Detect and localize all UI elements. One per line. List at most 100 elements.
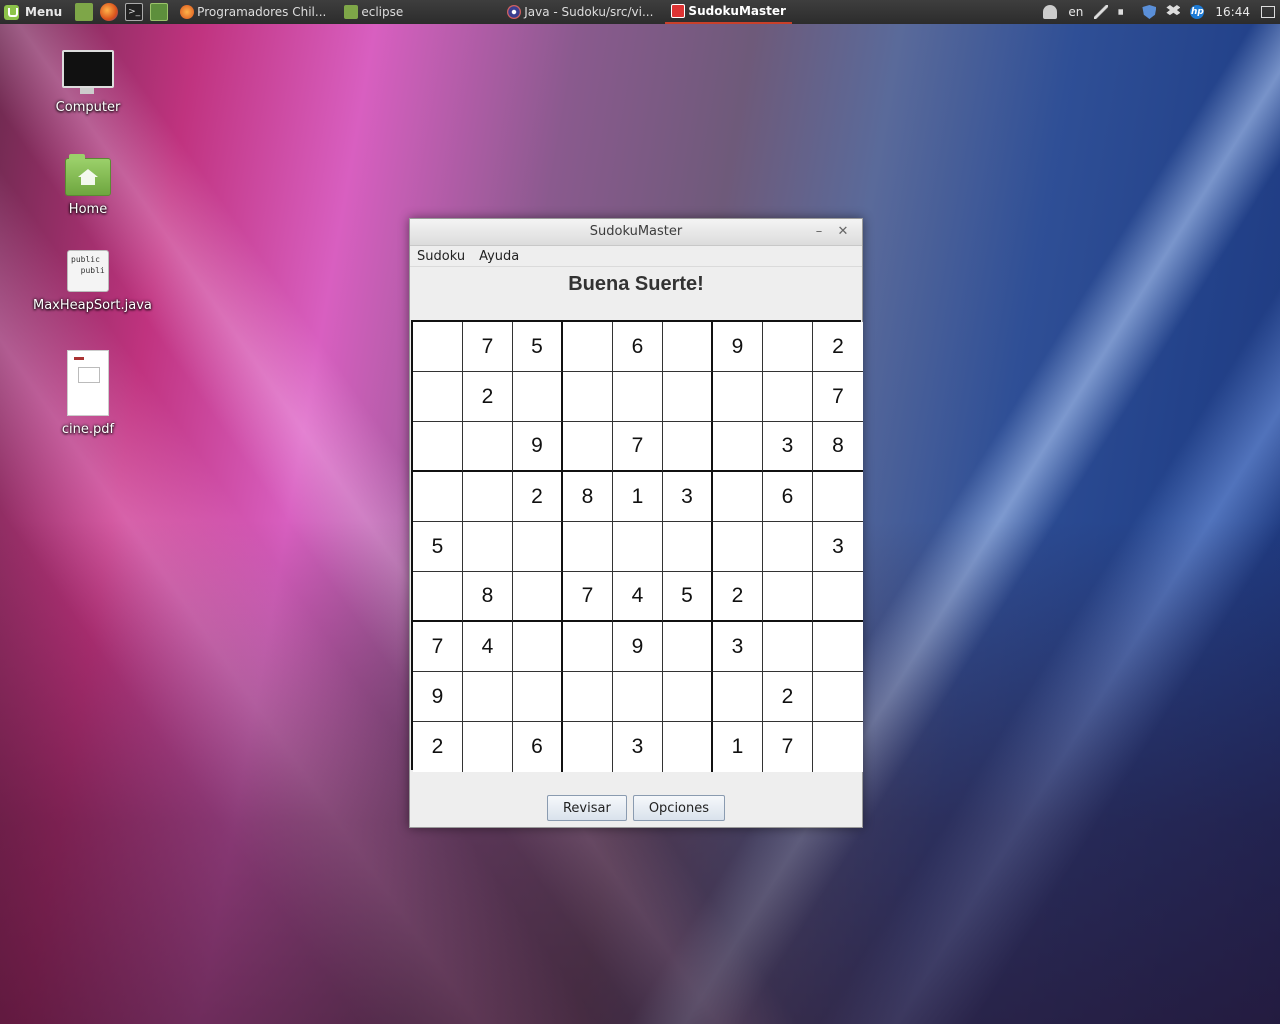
sudoku-cell[interactable]: 6 <box>513 722 563 772</box>
keyboard-layout[interactable]: en <box>1068 5 1083 19</box>
sudoku-cell[interactable] <box>463 722 513 772</box>
sudoku-cell[interactable] <box>463 472 513 522</box>
sudoku-cell[interactable]: 7 <box>763 722 813 772</box>
volume-icon[interactable] <box>1118 5 1129 19</box>
sudoku-cell[interactable] <box>563 422 613 472</box>
sudoku-cell[interactable] <box>813 472 863 522</box>
sudoku-cell[interactable] <box>613 672 663 722</box>
hp-icon[interactable]: hp <box>1190 5 1205 19</box>
sudoku-cell[interactable] <box>713 472 763 522</box>
sudoku-cell[interactable] <box>813 622 863 672</box>
sudoku-cell[interactable] <box>413 472 463 522</box>
sudoku-cell[interactable] <box>763 572 813 622</box>
sudoku-cell[interactable]: 1 <box>613 472 663 522</box>
clock[interactable]: 16:44 <box>1215 5 1250 19</box>
sudoku-cell[interactable]: 5 <box>413 522 463 572</box>
sudoku-cell[interactable] <box>713 372 763 422</box>
taskbar-item-eclipse[interactable]: Java - Sudoku/src/vi... <box>501 0 659 24</box>
user-icon[interactable] <box>1043 5 1058 19</box>
sudoku-cell[interactable]: 3 <box>813 522 863 572</box>
firefox-launcher-icon[interactable] <box>100 3 119 21</box>
sudoku-cell[interactable]: 3 <box>663 472 713 522</box>
desktop-icon-computer[interactable]: Computer <box>33 50 143 115</box>
sudoku-cell[interactable]: 7 <box>563 572 613 622</box>
workspace-switcher-icon[interactable] <box>1261 6 1275 18</box>
menu-sudoku[interactable]: Sudoku <box>410 249 472 264</box>
sudoku-cell[interactable] <box>413 572 463 622</box>
sudoku-cell[interactable]: 8 <box>463 572 513 622</box>
sudoku-cell[interactable]: 9 <box>713 322 763 372</box>
sudoku-cell[interactable] <box>663 422 713 472</box>
sudoku-cell[interactable]: 3 <box>613 722 663 772</box>
sudoku-cell[interactable]: 5 <box>513 322 563 372</box>
minimize-button[interactable]: – <box>808 219 830 245</box>
sudoku-cell[interactable] <box>463 672 513 722</box>
sudoku-cell[interactable] <box>613 372 663 422</box>
sudoku-cell[interactable] <box>563 672 613 722</box>
sudoku-cell[interactable] <box>813 572 863 622</box>
sudoku-cell[interactable] <box>763 622 813 672</box>
show-desktop-icon[interactable] <box>75 3 94 21</box>
sudoku-cell[interactable]: 9 <box>513 422 563 472</box>
network-icon[interactable] <box>1094 5 1109 19</box>
sudoku-cell[interactable]: 3 <box>763 422 813 472</box>
desktop-icon-cine-pdf[interactable]: cine.pdf <box>33 350 143 437</box>
sudoku-cell[interactable] <box>513 572 563 622</box>
taskbar-item-firefox[interactable]: Programadores Chil... <box>174 0 332 24</box>
sudoku-cell[interactable]: 2 <box>763 672 813 722</box>
sudoku-cell[interactable] <box>513 672 563 722</box>
sudoku-cell[interactable] <box>513 622 563 672</box>
sudoku-cell[interactable] <box>713 522 763 572</box>
sudoku-cell[interactable] <box>763 522 813 572</box>
sudoku-cell[interactable] <box>613 522 663 572</box>
menu-ayuda[interactable]: Ayuda <box>472 249 526 264</box>
sudoku-cell[interactable]: 6 <box>763 472 813 522</box>
sudoku-cell[interactable]: 2 <box>413 722 463 772</box>
sudoku-cell[interactable]: 7 <box>463 322 513 372</box>
main-menu-button[interactable]: Menu <box>0 0 68 24</box>
desktop-icon-home[interactable]: Home <box>33 154 143 217</box>
sudoku-cell[interactable]: 2 <box>713 572 763 622</box>
sudoku-cell[interactable]: 4 <box>613 572 663 622</box>
sudoku-cell[interactable] <box>513 522 563 572</box>
sudoku-cell[interactable] <box>663 622 713 672</box>
sudoku-cell[interactable]: 7 <box>413 622 463 672</box>
sudoku-cell[interactable]: 7 <box>813 372 863 422</box>
sudoku-cell[interactable]: 6 <box>613 322 663 372</box>
sudoku-cell[interactable]: 7 <box>613 422 663 472</box>
sudoku-cell[interactable]: 2 <box>813 322 863 372</box>
sudoku-cell[interactable]: 8 <box>813 422 863 472</box>
sudoku-cell[interactable]: 2 <box>513 472 563 522</box>
sudoku-cell[interactable] <box>663 372 713 422</box>
sudoku-cell[interactable] <box>413 422 463 472</box>
revisar-button[interactable]: Revisar <box>546 795 627 821</box>
close-button[interactable]: ✕ <box>832 219 854 245</box>
sudoku-cell[interactable] <box>763 372 813 422</box>
sudoku-cell[interactable] <box>713 422 763 472</box>
sudoku-cell[interactable] <box>463 422 513 472</box>
sudoku-cell[interactable] <box>563 372 613 422</box>
sudoku-cell[interactable] <box>563 622 613 672</box>
sudoku-cell[interactable] <box>463 522 513 572</box>
sudoku-cell[interactable]: 4 <box>463 622 513 672</box>
sudoku-cell[interactable]: 8 <box>563 472 613 522</box>
sudoku-cell[interactable]: 3 <box>713 622 763 672</box>
sudoku-cell[interactable]: 9 <box>413 672 463 722</box>
sudoku-cell[interactable] <box>763 322 813 372</box>
window-titlebar[interactable]: SudokuMaster – ✕ <box>410 219 862 246</box>
sudoku-cell[interactable] <box>663 722 713 772</box>
sudoku-cell[interactable]: 9 <box>613 622 663 672</box>
sudoku-cell[interactable] <box>563 322 613 372</box>
taskbar-item-eclipse-folder[interactable]: eclipse <box>338 0 409 24</box>
sudoku-cell[interactable] <box>813 722 863 772</box>
sudoku-cell[interactable] <box>413 372 463 422</box>
sudoku-cell[interactable] <box>563 722 613 772</box>
shield-icon[interactable] <box>1142 5 1157 19</box>
dropbox-icon[interactable] <box>1166 5 1181 16</box>
sudoku-cell[interactable] <box>563 522 613 572</box>
desktop-icon-maxheapsort[interactable]: public publi MaxHeapSort.java <box>33 250 152 313</box>
sudoku-cell[interactable] <box>413 322 463 372</box>
opciones-button[interactable]: Opciones <box>632 795 726 821</box>
sudoku-cell[interactable] <box>813 672 863 722</box>
sudoku-cell[interactable] <box>663 322 713 372</box>
